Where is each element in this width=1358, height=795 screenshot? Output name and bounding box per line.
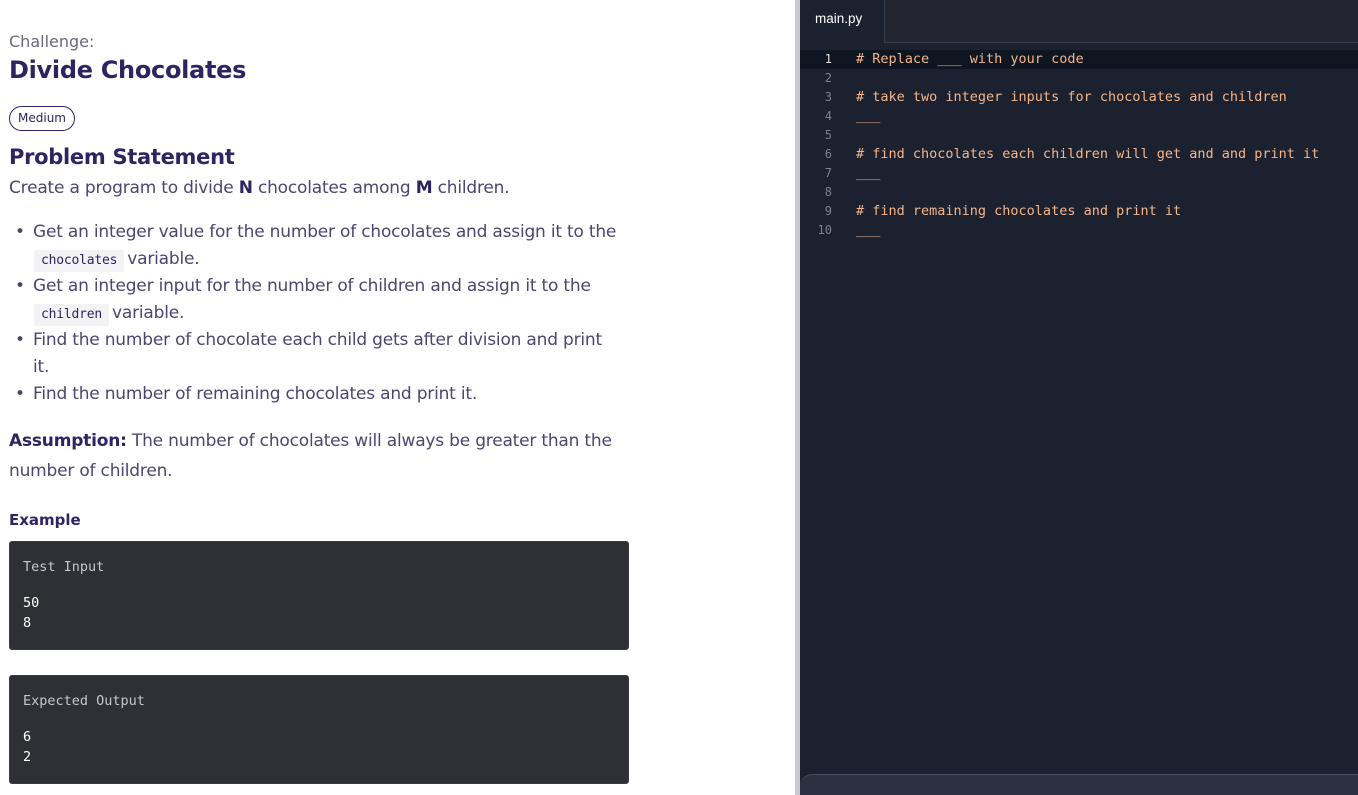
code-line[interactable]: 1 # Replace ___ with your code (800, 50, 1358, 69)
expected-output-line: 6 (23, 729, 32, 745)
problem-panel: Challenge: Divide Chocolates Medium Prob… (0, 0, 795, 795)
code-line[interactable]: 7 ___ (800, 164, 1358, 183)
line-number: 6 (824, 147, 832, 161)
test-input-box: Test Input 50 8 (9, 541, 629, 650)
example-heading: Example (9, 511, 81, 529)
test-input-line: 50 (23, 595, 40, 611)
line-code: # find chocolates each children will get… (856, 146, 1320, 162)
line-number: 7 (824, 166, 832, 180)
editor-tab-bar: main.py (800, 0, 1358, 43)
code-line[interactable]: 2 (800, 69, 1358, 88)
variable-code: children (34, 304, 110, 326)
expected-output-box: Expected Output 6 2 (9, 675, 629, 784)
tab-label: main.py (815, 11, 863, 26)
expected-output-title: Expected Output (23, 693, 145, 709)
problem-statement-text: Create a program to divide N chocolates … (9, 178, 510, 198)
statement-m: M (415, 178, 433, 198)
code-line[interactable]: 5 (800, 126, 1358, 145)
bullet-text: Get an integer input for the number of c… (33, 276, 591, 296)
code-line[interactable]: 4 ___ (800, 107, 1358, 126)
code-line[interactable]: 9 # find remaining chocolates and print i… (800, 202, 1358, 221)
assumption-text: Assumption: The number of chocolates wil… (9, 426, 629, 486)
code-line[interactable]: 8 (800, 183, 1358, 202)
console-panel-edge[interactable] (800, 774, 1358, 795)
line-number: 8 (824, 185, 832, 199)
list-item: Get an integer value for the number of c… (9, 219, 629, 273)
bullet-text: variable. (112, 303, 185, 323)
code-line[interactable]: 3 # take two integer inputs for chocolate… (800, 88, 1358, 107)
line-code: ___ (856, 222, 881, 238)
line-code: # take two integer inputs for chocolates… (856, 89, 1287, 105)
line-number: 10 (817, 223, 832, 237)
line-code: # find remaining chocolates and print it (856, 203, 1182, 219)
expected-output-line: 2 (23, 749, 32, 765)
bullet-text: Find the number of chocolate each child … (33, 330, 602, 377)
assumption-label: Assumption: (9, 431, 127, 451)
bullet-text: Find the number of remaining chocolates … (33, 384, 478, 404)
statement-part: chocolates among (252, 178, 416, 198)
list-item: Find the number of chocolate each child … (9, 327, 629, 381)
list-item: Get an integer input for the number of c… (9, 273, 629, 327)
line-number: 4 (824, 109, 832, 123)
statement-n: N (238, 178, 253, 198)
line-number: 3 (824, 90, 832, 104)
code-line[interactable]: 6 # find chocolates each children will ge… (800, 145, 1358, 164)
line-code: ___ (856, 108, 881, 124)
bullet-text: variable. (127, 249, 200, 269)
test-input-line: 8 (23, 615, 32, 631)
line-number: 9 (824, 204, 832, 218)
line-number: 2 (824, 71, 832, 85)
list-item: Find the number of remaining chocolates … (9, 381, 629, 408)
challenge-label: Challenge: (9, 32, 95, 51)
variable-code: chocolates (34, 250, 125, 272)
code-line[interactable]: 10 ___ (800, 221, 1358, 240)
problem-statement-heading: Problem Statement (9, 145, 235, 169)
bullet-text: Get an integer value for the number of c… (33, 222, 617, 242)
difficulty-badge: Medium (9, 106, 75, 131)
tab-main-py[interactable]: main.py (800, 0, 885, 43)
code-editor[interactable]: main.py 1 # Replace ___ with your code 2 … (800, 0, 1358, 795)
line-code: ___ (856, 165, 881, 181)
challenge-title: Divide Chocolates (9, 56, 247, 84)
line-number: 1 (824, 52, 832, 66)
statement-part: children. (432, 178, 510, 198)
requirements-list: Get an integer value for the number of c… (9, 219, 629, 408)
line-code: # Replace ___ with your code (856, 51, 1084, 67)
statement-part: Create a program to divide (9, 178, 239, 198)
test-input-title: Test Input (23, 559, 105, 575)
line-number: 5 (824, 128, 832, 142)
